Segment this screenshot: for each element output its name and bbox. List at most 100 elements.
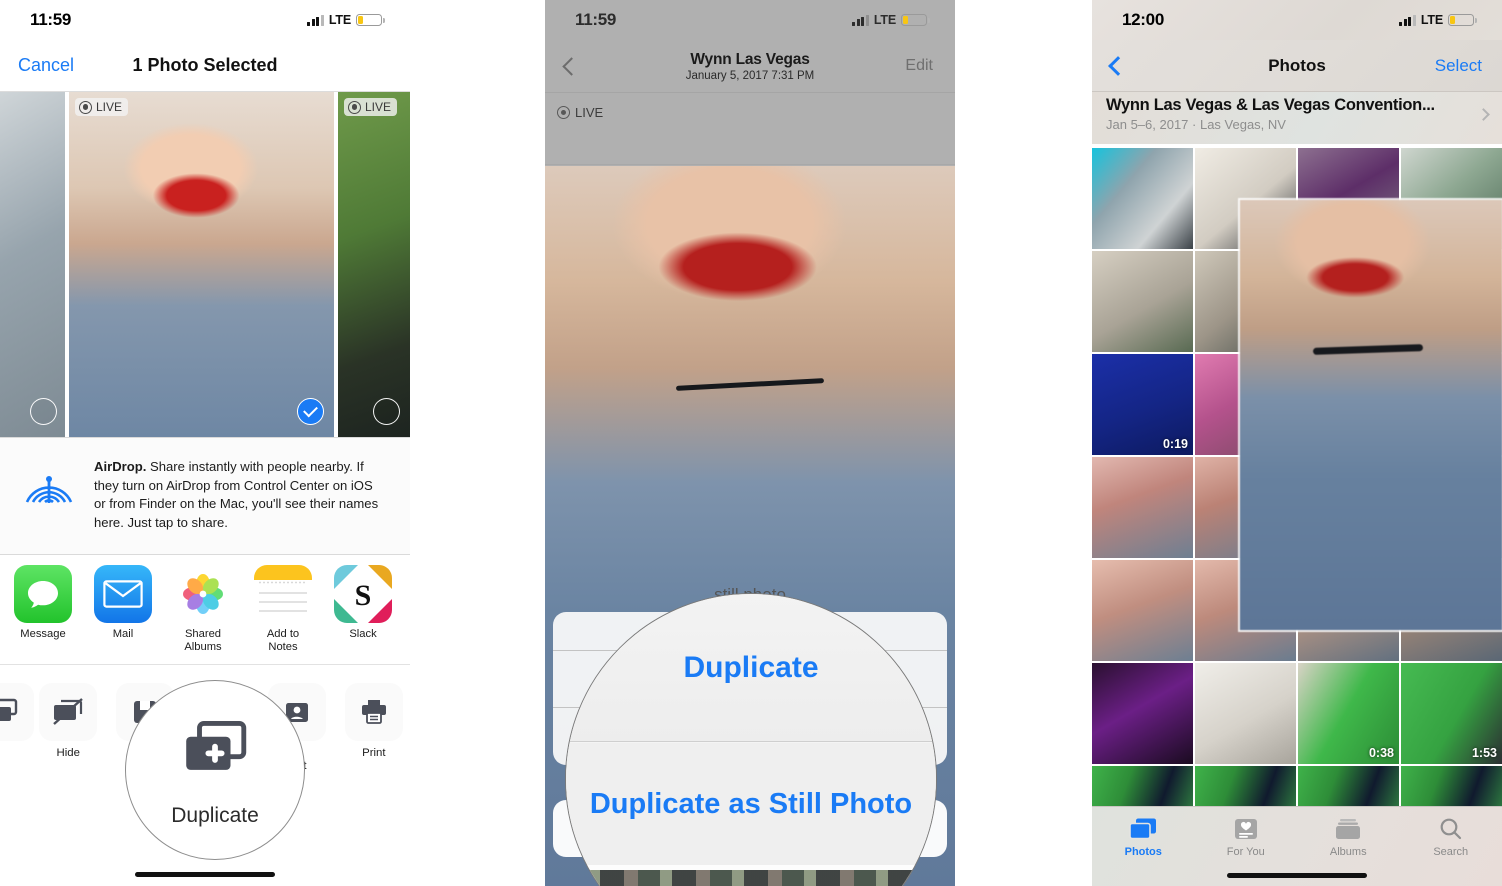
- share-target-label: Slack: [349, 628, 377, 640]
- signal-bars-icon: [307, 14, 324, 26]
- grid-cell[interactable]: [1195, 663, 1296, 764]
- grid-cell[interactable]: [1092, 251, 1193, 352]
- action-hide[interactable]: Hide: [32, 683, 104, 760]
- magnifier-duplicate-left: Duplicate: [125, 680, 305, 860]
- photo-detail-titles: Wynn Las Vegas January 5, 2017 7:31 PM: [545, 51, 955, 82]
- grid-cell[interactable]: 1:53: [1401, 663, 1502, 764]
- screenshot-stage: 11:59 LTE Cancel 1 Photo Selected LIVE L…: [0, 0, 1502, 886]
- airdrop-section[interactable]: AirDrop. Share instantly with people nea…: [0, 437, 410, 555]
- grid-cell[interactable]: [1092, 148, 1193, 249]
- magnifier-label: Duplicate: [171, 803, 259, 827]
- live-label: LIVE: [96, 100, 123, 114]
- status-bar-left: 11:59 LTE: [0, 0, 410, 40]
- action-copy[interactable]: [0, 683, 34, 747]
- carousel-photo-1[interactable]: [0, 92, 65, 437]
- live-photo-badge[interactable]: LIVE: [557, 105, 603, 120]
- phone-panel-photo-detail: 11:59 LTE Wynn Las Vegas January 5, 2017…: [545, 0, 955, 886]
- select-button[interactable]: Select: [1435, 56, 1482, 76]
- share-sheet-navbar: Cancel 1 Photo Selected: [0, 40, 410, 92]
- photo-thumbnail: [1092, 457, 1193, 558]
- print-icon: [344, 683, 403, 741]
- carrier-label: LTE: [873, 13, 896, 27]
- photo-thumbnail: [1195, 663, 1296, 764]
- phone-panel-share-sheet: 11:59 LTE Cancel 1 Photo Selected LIVE L…: [0, 0, 410, 886]
- share-app-row[interactable]: Message Mail Shared Albums Add to Notes …: [0, 555, 410, 665]
- selection-circle[interactable]: [30, 398, 57, 425]
- photo-thumbnail: [338, 92, 410, 437]
- status-time: 11:59: [575, 10, 617, 29]
- tab-albums[interactable]: Albums: [1297, 815, 1400, 858]
- moment-header[interactable]: Wynn Las Vegas & Las Vegas Convention...…: [1092, 92, 1502, 144]
- video-duration-badge: 0:38: [1368, 746, 1394, 760]
- tab-label: Photos: [1124, 846, 1162, 858]
- tab-bar[interactable]: Photos For You Albums Search: [1092, 806, 1502, 886]
- status-indicators: LTE: [307, 13, 385, 27]
- signal-bars-icon: [852, 14, 869, 26]
- photos-stack-icon: [1092, 815, 1195, 843]
- share-target-shared-albums[interactable]: Shared Albums: [174, 565, 232, 653]
- photo-detail-choker: [676, 378, 824, 391]
- live-icon: [79, 100, 92, 114]
- moment-subtitle: Jan 5–6, 2017 · Las Vegas, NV: [1106, 117, 1286, 132]
- photo-location-title: Wynn Las Vegas: [690, 50, 810, 68]
- live-photo-badge: LIVE: [344, 98, 398, 116]
- photo-carousel[interactable]: LIVE LIVE: [0, 92, 410, 437]
- grid-cell[interactable]: 0:38: [1298, 663, 1399, 764]
- selection-circle[interactable]: [373, 398, 400, 425]
- status-time: 11:59: [30, 10, 72, 29]
- photo-detail-navbar: Wynn Las Vegas January 5, 2017 7:31 PM E…: [545, 40, 955, 93]
- live-photo-bar: LIVE: [545, 93, 955, 165]
- overlay-choker: [1313, 344, 1424, 356]
- photo-thumbnail: [1092, 663, 1193, 764]
- photo-thumbnail: [69, 92, 334, 437]
- tab-search[interactable]: Search: [1400, 815, 1502, 858]
- back-chevron-icon[interactable]: [1108, 55, 1128, 76]
- grid-cell[interactable]: 0:19: [1092, 354, 1193, 455]
- moment-title: Wynn Las Vegas & Las Vegas Convention...: [1106, 96, 1435, 114]
- airdrop-icon: [22, 458, 76, 508]
- live-icon: [557, 106, 570, 119]
- airdrop-title: AirDrop.: [94, 459, 147, 474]
- grid-cell[interactable]: [1092, 457, 1193, 558]
- signal-bars-icon: [1399, 14, 1416, 26]
- status-indicators: LTE: [1399, 13, 1477, 27]
- share-target-message[interactable]: Message: [14, 565, 72, 641]
- photos-icon: [174, 565, 232, 623]
- cancel-button[interactable]: Cancel: [18, 55, 74, 76]
- action-print[interactable]: Print: [338, 683, 410, 760]
- duplicated-photo-overlay: [1240, 200, 1502, 630]
- carrier-label: LTE: [328, 13, 351, 27]
- carrier-label: LTE: [1420, 13, 1443, 27]
- edit-button[interactable]: Edit: [905, 57, 933, 75]
- carousel-photo-2-selected[interactable]: LIVE: [69, 92, 334, 437]
- grid-cell[interactable]: [1092, 560, 1193, 661]
- grid-cell[interactable]: [1092, 663, 1193, 764]
- selection-checkmark[interactable]: [297, 398, 324, 425]
- airdrop-description: AirDrop. Share instantly with people nea…: [94, 458, 384, 532]
- photo-date-time: January 5, 2017 7:31 PM: [685, 69, 815, 82]
- battery-icon: [1448, 13, 1477, 27]
- magnified-duplicate-still-label: Duplicate as Still Photo: [589, 787, 913, 820]
- back-chevron-icon[interactable]: [562, 56, 581, 76]
- battery-icon: [356, 13, 385, 27]
- search-icon: [1400, 815, 1502, 843]
- tab-photos[interactable]: Photos: [1092, 815, 1195, 858]
- action-label: Hide: [56, 747, 80, 759]
- video-duration-badge: 0:19: [1162, 437, 1188, 451]
- share-target-notes[interactable]: Add to Notes: [254, 565, 312, 653]
- share-target-mail[interactable]: Mail: [94, 565, 152, 641]
- photo-thumbnail: [1092, 148, 1193, 249]
- tab-label: Search: [1433, 846, 1469, 858]
- messages-icon: [14, 565, 72, 623]
- live-icon: [348, 100, 361, 114]
- home-indicator: [1227, 873, 1367, 878]
- tab-for-you[interactable]: For You: [1195, 815, 1298, 858]
- share-target-label: Shared Albums: [184, 628, 222, 653]
- carousel-photo-3[interactable]: LIVE: [338, 92, 410, 437]
- battery-icon: [901, 13, 930, 27]
- action-label: Print: [362, 747, 386, 759]
- copy-icon: [0, 683, 34, 741]
- tab-label: Albums: [1329, 846, 1367, 858]
- share-target-slack[interactable]: S Slack: [334, 565, 392, 641]
- hide-icon: [39, 683, 98, 741]
